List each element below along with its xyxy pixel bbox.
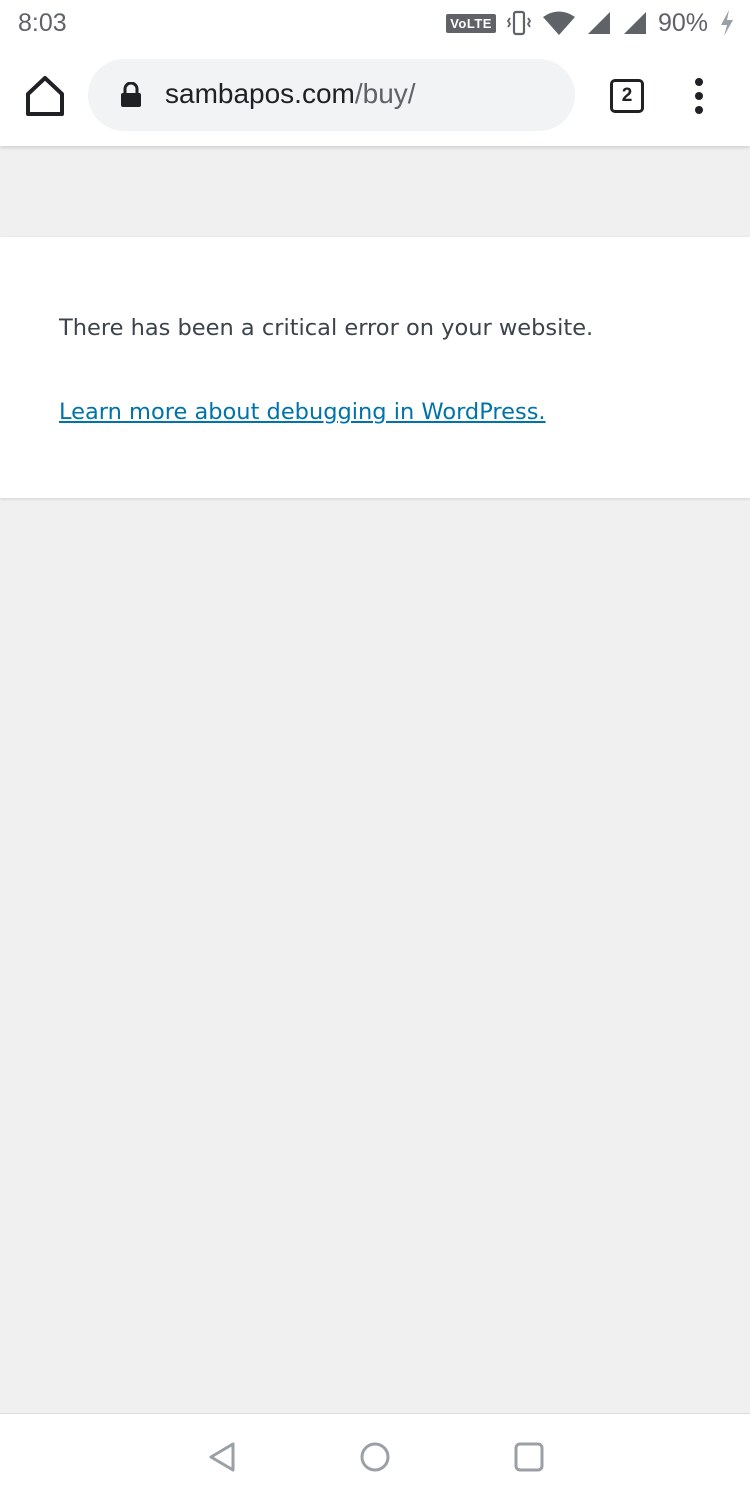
tab-count: 2 (621, 85, 633, 106)
tabs-icon[interactable]: 2 (610, 79, 644, 113)
navigation-bar (0, 1413, 750, 1501)
battery-percent: 90% (657, 8, 708, 37)
wifi-icon (542, 11, 575, 35)
signal-icon (623, 12, 646, 34)
recents-icon[interactable] (512, 1440, 546, 1474)
vibrate-icon (506, 10, 532, 36)
volte-icon: VoLTE (446, 13, 496, 33)
home-icon[interactable] (22, 74, 68, 118)
url-host: sambapos.com (165, 78, 355, 109)
lock-icon (121, 82, 141, 107)
charging-icon (721, 10, 733, 36)
browser-toolbar: sambapos.com/buy/ 2 (0, 46, 750, 146)
status-bar: 8:03 VoLTE 90% (0, 0, 750, 46)
error-box: There has been a critical error on your … (0, 237, 750, 498)
debugging-link[interactable]: Learn more about debugging in WordPress. (59, 399, 546, 425)
url-text: sambapos.com/buy/ (165, 78, 416, 110)
error-message: There has been a critical error on your … (59, 315, 594, 341)
home-circle-icon[interactable] (358, 1440, 392, 1474)
address-bar[interactable]: sambapos.com/buy/ (88, 59, 575, 131)
url-path: /buy/ (354, 78, 416, 109)
signal-icon (587, 12, 610, 34)
more-vert-icon[interactable] (688, 76, 710, 116)
status-icons: VoLTE 90% (446, 8, 736, 38)
status-time: 8:03 (18, 9, 67, 37)
back-icon[interactable] (205, 1440, 239, 1474)
